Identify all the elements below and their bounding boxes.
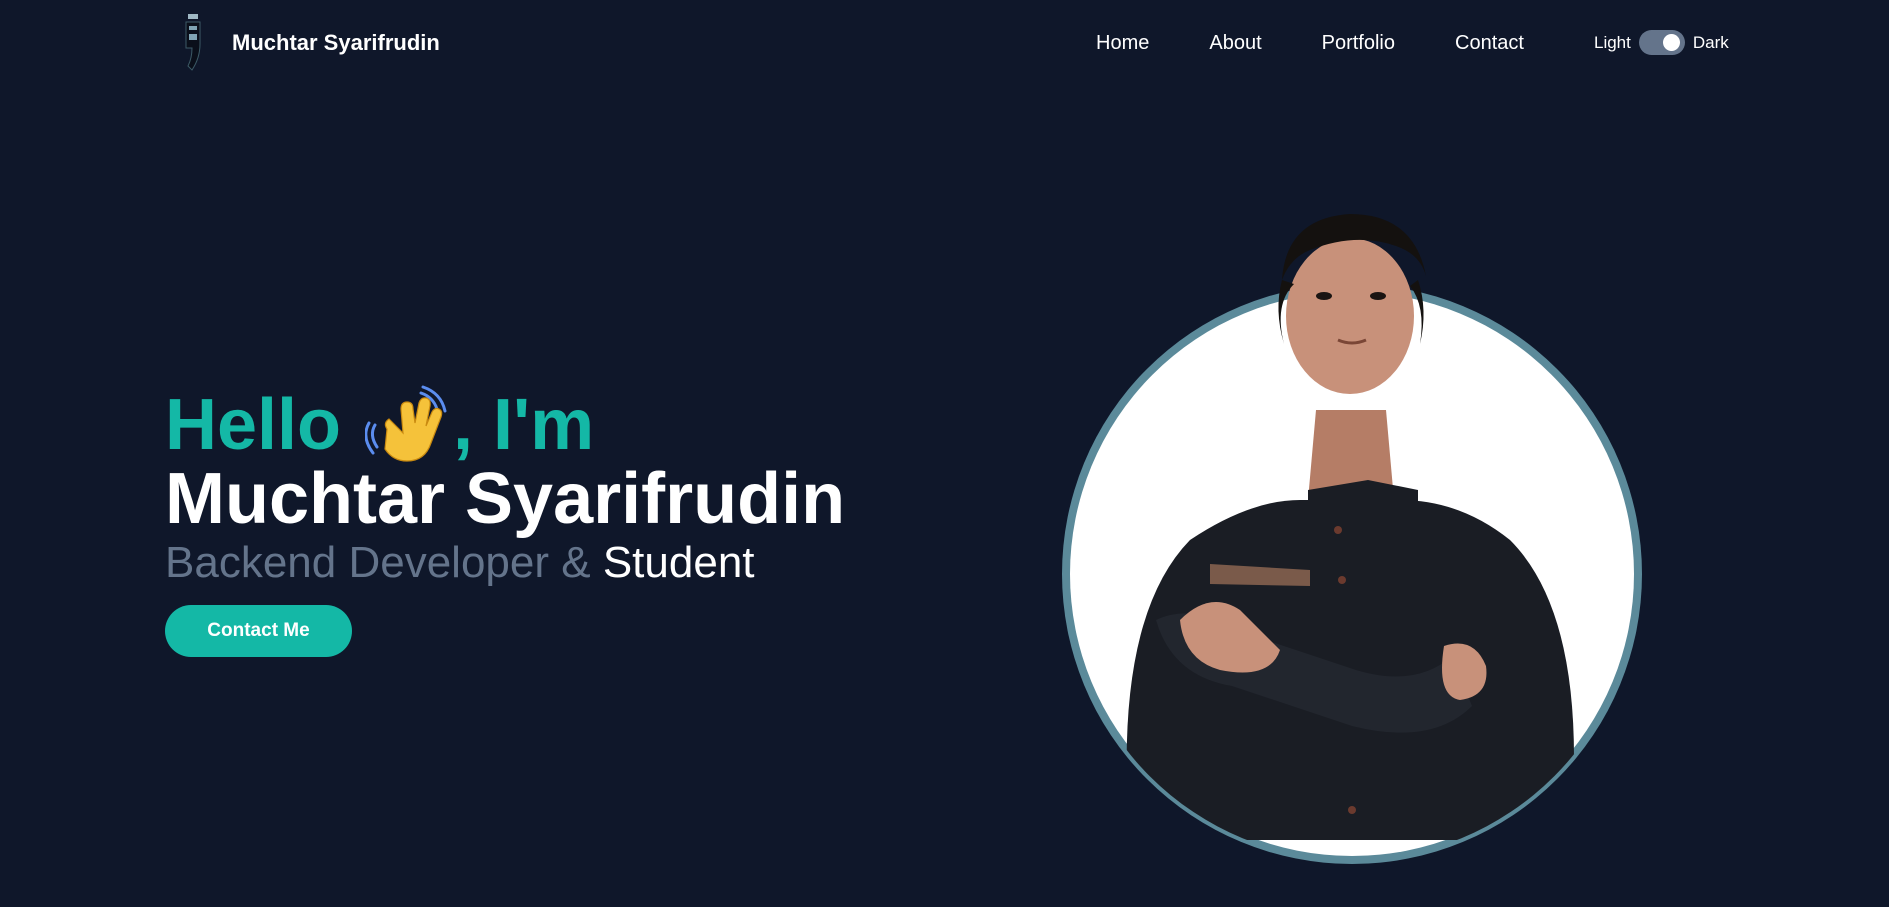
brand-name: Muchtar Syarifrudin (232, 30, 440, 55)
waving-hand-icon (365, 385, 447, 462)
hero-section: Hello , I'm Muchtar Syarifrudin Backend … (165, 385, 965, 657)
portrait-image (1062, 214, 1642, 864)
nav-link-contact[interactable]: Contact (1455, 32, 1524, 54)
brand-link[interactable]: Muchtar Syarifrudin (180, 12, 440, 74)
theme-toggle: Light Dark (1594, 30, 1729, 55)
greeting-hello: Hello (165, 385, 342, 465)
theme-dark-label: Dark (1692, 32, 1729, 52)
profile-portrait (1060, 200, 1646, 866)
nav-link-portfolio[interactable]: Portfolio (1322, 32, 1395, 54)
greeting-im: , I'm (453, 385, 595, 465)
navbar: Muchtar Syarifrudin Home About Portfolio… (0, 0, 1889, 86)
page: Muchtar Syarifrudin Home About Portfolio… (0, 0, 1889, 907)
theme-switch-knob (1662, 34, 1680, 51)
role-secondary: Student (602, 538, 755, 587)
nav-link-home[interactable]: Home (1096, 32, 1149, 54)
role-primary: Backend Developer & (165, 538, 591, 587)
hero-greeting: Hello , I'm (165, 385, 965, 465)
hero-role: Backend Developer & Student (165, 537, 965, 589)
theme-light-label: Light (1594, 32, 1631, 52)
hero-name: Muchtar Syarifrudin (165, 459, 846, 539)
nav-menu: Home About Portfolio Contact (1096, 30, 1524, 56)
brand-logo-icon (185, 14, 201, 71)
nav-link-about[interactable]: About (1209, 32, 1261, 54)
contact-me-button[interactable]: Contact Me (165, 605, 352, 657)
theme-switch[interactable] (1638, 30, 1685, 55)
